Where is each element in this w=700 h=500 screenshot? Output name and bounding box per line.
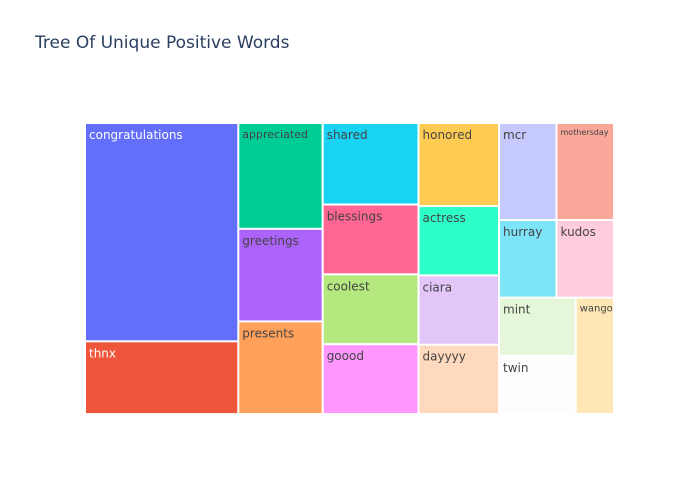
tile-presents[interactable]: presents [239,322,322,413]
tile-congratulations[interactable]: congratulations [86,124,238,341]
tile-label-kudos: kudos [561,225,596,239]
treemap-chart: congratulations thnx appreciated greetings p… [86,124,614,414]
tile-mothersday[interactable]: mothersday [557,124,614,219]
tile-mcr[interactable]: mcr [500,124,556,219]
tile-label-shared: shared [327,128,368,142]
tile-greetings[interactable]: greetings [239,229,322,321]
tile-label-appreciated: appreciated [242,128,308,141]
tile-mint[interactable]: mint [500,298,575,355]
tile-rect-wango[interactable] [576,298,613,413]
tile-label-mothersday: mothersday [561,128,609,137]
tile-label-dayyyy: dayyyy [423,350,466,364]
tile-actress[interactable]: actress [419,207,499,275]
tile-label-thnx: thnx [89,346,116,360]
tile-label-hurray: hurray [503,225,542,239]
tile-goood[interactable]: goood [323,345,418,413]
tile-wango[interactable]: wango [576,298,613,413]
tile-hurray[interactable]: hurray [500,221,556,297]
tile-blessings[interactable]: blessings [323,205,418,274]
tile-label-actress: actress [423,211,466,225]
tile-rect-congratulations[interactable] [86,124,238,341]
tile-label-mint: mint [503,303,531,317]
tile-twin[interactable]: twin [500,356,575,413]
tile-label-ciara: ciara [423,280,453,294]
tile-dayyyy[interactable]: dayyyy [419,345,499,413]
tile-thnx[interactable]: thnx [86,342,238,414]
tile-label-coolest: coolest [327,279,370,293]
tile-honored[interactable]: honored [419,124,499,206]
tile-shared[interactable]: shared [323,124,418,204]
tile-label-goood: goood [327,349,364,363]
tile-label-blessings: blessings [327,210,383,224]
tile-label-congratulations: congratulations [89,128,183,142]
tile-label-honored: honored [423,128,473,142]
tile-label-twin: twin [503,361,528,375]
tile-label-mcr: mcr [503,128,526,142]
tile-label-presents: presents [242,326,294,340]
tile-label-wango: wango [580,304,613,315]
tile-kudos[interactable]: kudos [557,221,614,297]
tile-coolest[interactable]: coolest [323,275,418,344]
tile-label-greetings: greetings [242,234,299,248]
tile-appreciated[interactable]: appreciated [239,124,322,228]
tile-ciara[interactable]: ciara [419,276,499,344]
tile-rect-mothersday[interactable] [557,124,614,219]
